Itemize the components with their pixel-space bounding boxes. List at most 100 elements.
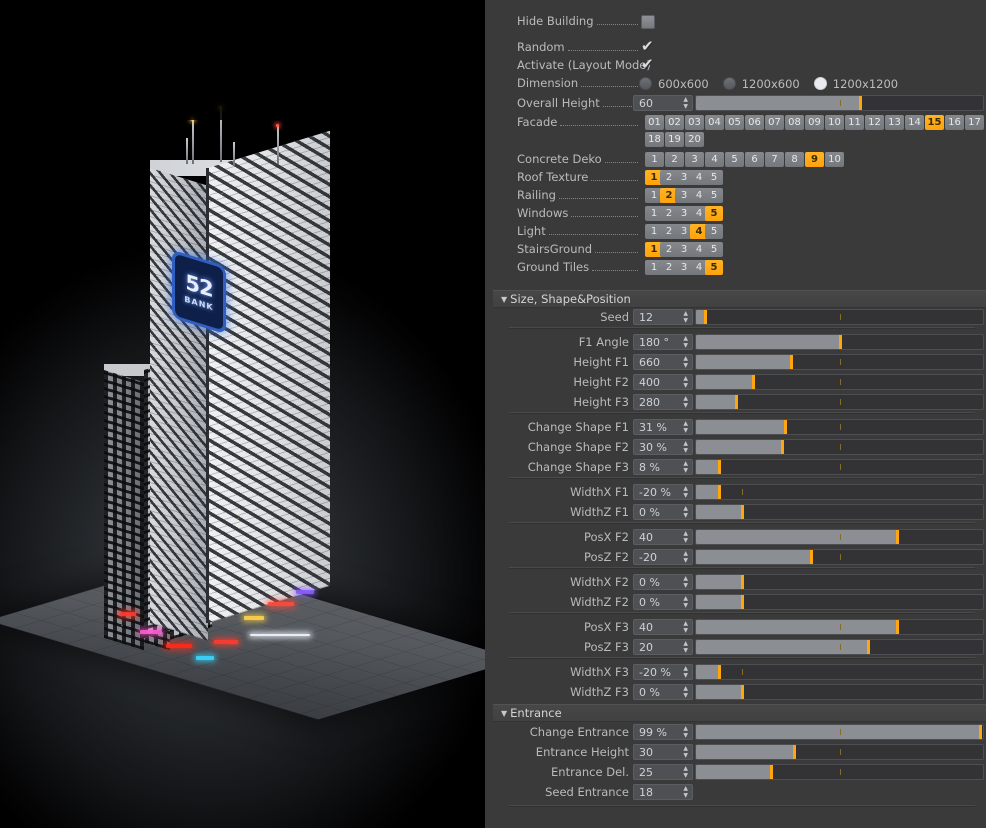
- numeric-field-entrance-2[interactable]: 25 ▲ ▼: [633, 764, 693, 780]
- slider-track-size-10[interactable]: [695, 529, 984, 545]
- numeric-field-size-16[interactable]: -20 % ▲ ▼: [633, 664, 693, 680]
- slider-track-size-13[interactable]: [695, 594, 984, 610]
- slider-handle-size-15[interactable]: [867, 640, 871, 654]
- spinner-arrows-size-3[interactable]: ▲ ▼: [683, 375, 692, 389]
- slider-handle-size-12[interactable]: [740, 575, 744, 589]
- slider-track-size-15[interactable]: [695, 639, 984, 655]
- slider-handle-size-8[interactable]: [717, 485, 721, 499]
- slider-handle-size-17[interactable]: [740, 685, 744, 699]
- numeric-field-size-11[interactable]: -20 ▲ ▼: [633, 549, 693, 565]
- slider-handle-size-4[interactable]: [735, 395, 739, 409]
- option-button-concrete-deko-4[interactable]: 4: [705, 152, 724, 167]
- 3d-render-viewport[interactable]: 52 BANK: [0, 0, 485, 828]
- option-button-light-5[interactable]: 5: [705, 224, 723, 239]
- radio-dimension-1200x1200[interactable]: [813, 77, 827, 90]
- numeric-field-size-3[interactable]: 400 ▲ ▼: [633, 374, 693, 390]
- slider-handle-entrance-1[interactable]: [792, 745, 796, 759]
- option-button-concrete-deko-2[interactable]: 2: [665, 152, 684, 167]
- slider-track-entrance-0[interactable]: [695, 724, 984, 740]
- option-button-facade-08[interactable]: 08: [785, 115, 804, 130]
- numeric-field-size-4[interactable]: 280 ▲ ▼: [633, 394, 693, 410]
- spinner-arrows-size-12[interactable]: ▲ ▼: [683, 575, 692, 589]
- slider-track-size-4[interactable]: [695, 394, 984, 410]
- spinner-arrows-size-2[interactable]: ▲ ▼: [683, 355, 692, 369]
- slider-handle-size-14[interactable]: [895, 620, 899, 634]
- slider-handle-size-3[interactable]: [752, 375, 756, 389]
- slider-handle-size-13[interactable]: [740, 595, 744, 609]
- option-button-roof-texture-5[interactable]: 5: [705, 170, 723, 185]
- slider-track-size-3[interactable]: [695, 374, 984, 390]
- option-button-stairs-ground-5[interactable]: 5: [705, 242, 723, 257]
- slider-handle-overall-height[interactable]: [858, 96, 862, 110]
- option-button-facade-12[interactable]: 12: [865, 115, 884, 130]
- spinner-arrows-overall-height[interactable]: ▲ ▼: [683, 96, 692, 110]
- slider-track-size-11[interactable]: [695, 549, 984, 565]
- spinner-arrows-size-5[interactable]: ▲ ▼: [683, 420, 692, 434]
- option-button-facade-18[interactable]: 18: [645, 132, 664, 147]
- numeric-field-size-12[interactable]: 0 % ▲ ▼: [633, 574, 693, 590]
- option-button-concrete-deko-9[interactable]: 9: [805, 152, 824, 167]
- slider-track-size-9[interactable]: [695, 504, 984, 520]
- option-button-facade-14[interactable]: 14: [905, 115, 924, 130]
- slider-track-size-5[interactable]: [695, 419, 984, 435]
- slider-handle-entrance-2[interactable]: [769, 765, 773, 779]
- slider-handle-size-9[interactable]: [740, 505, 744, 519]
- spinner-arrows-size-17[interactable]: ▲ ▼: [683, 685, 692, 699]
- option-button-facade-04[interactable]: 04: [705, 115, 724, 130]
- slider-handle-size-11[interactable]: [809, 550, 813, 564]
- spinner-arrows-size-6[interactable]: ▲ ▼: [683, 440, 692, 454]
- slider-track-overall-height[interactable]: [695, 95, 984, 111]
- numeric-field-overall-height[interactable]: 60 ▲ ▼: [633, 95, 693, 111]
- option-button-facade-05[interactable]: 05: [725, 115, 744, 130]
- numeric-field-size-0[interactable]: 12 ▲ ▼: [633, 309, 693, 325]
- numeric-field-entrance-3[interactable]: 18 ▲ ▼: [633, 784, 693, 800]
- slider-handle-size-5[interactable]: [783, 420, 787, 434]
- spinner-arrows-size-16[interactable]: ▲ ▼: [683, 665, 692, 679]
- option-button-railing-5[interactable]: 5: [705, 188, 723, 203]
- spinner-arrows-entrance-3[interactable]: ▲ ▼: [683, 785, 692, 799]
- slider-track-size-7[interactable]: [695, 459, 984, 475]
- option-button-concrete-deko-8[interactable]: 8: [785, 152, 804, 167]
- spinner-arrows-size-7[interactable]: ▲ ▼: [683, 460, 692, 474]
- radio-dimension-1200x600[interactable]: [722, 77, 736, 90]
- spinner-arrows-size-13[interactable]: ▲ ▼: [683, 595, 692, 609]
- slider-track-size-16[interactable]: [695, 664, 984, 680]
- radio-dimension-600x600[interactable]: [639, 77, 652, 90]
- chevron-down-icon[interactable]: ▼: [501, 709, 507, 718]
- option-button-facade-17[interactable]: 17: [965, 115, 984, 130]
- option-button-facade-11[interactable]: 11: [845, 115, 864, 130]
- slider-track-entrance-1[interactable]: [695, 744, 984, 760]
- slider-handle-size-6[interactable]: [781, 440, 785, 454]
- option-button-concrete-deko-6[interactable]: 6: [745, 152, 764, 167]
- spinner-arrows-entrance-2[interactable]: ▲ ▼: [683, 765, 692, 779]
- slider-track-size-6[interactable]: [695, 439, 984, 455]
- spinner-arrows-size-15[interactable]: ▲ ▼: [683, 640, 692, 654]
- numeric-field-entrance-0[interactable]: 99 % ▲ ▼: [633, 724, 693, 740]
- spinner-arrows-entrance-1[interactable]: ▲ ▼: [683, 745, 692, 759]
- option-button-ground-tiles-5[interactable]: 5: [705, 260, 723, 275]
- slider-handle-entrance-0[interactable]: [979, 725, 983, 739]
- numeric-field-size-15[interactable]: 20 ▲ ▼: [633, 639, 693, 655]
- numeric-field-size-10[interactable]: 40 ▲ ▼: [633, 529, 693, 545]
- slider-handle-size-1[interactable]: [838, 335, 842, 349]
- option-button-facade-01[interactable]: 01: [645, 115, 664, 130]
- option-button-facade-15[interactable]: 15: [925, 115, 944, 130]
- checkbox-activate-layout-mode[interactable]: ✔: [641, 56, 655, 72]
- numeric-field-size-8[interactable]: -20 % ▲ ▼: [633, 484, 693, 500]
- spinner-arrows-size-8[interactable]: ▲ ▼: [683, 485, 692, 499]
- slider-track-size-1[interactable]: [695, 334, 984, 350]
- spinner-arrows-size-10[interactable]: ▲ ▼: [683, 530, 692, 544]
- spinner-arrows-size-1[interactable]: ▲ ▼: [683, 335, 692, 349]
- option-button-facade-20[interactable]: 20: [685, 132, 704, 147]
- section-header-entrance[interactable]: ▼ Entrance: [493, 704, 986, 722]
- numeric-field-size-13[interactable]: 0 % ▲ ▼: [633, 594, 693, 610]
- option-button-facade-19[interactable]: 19: [665, 132, 684, 147]
- numeric-field-size-17[interactable]: 0 % ▲ ▼: [633, 684, 693, 700]
- checkbox-hide-building[interactable]: [641, 15, 655, 29]
- spinner-arrows-size-14[interactable]: ▲ ▼: [683, 620, 692, 634]
- option-button-concrete-deko-7[interactable]: 7: [765, 152, 784, 167]
- option-button-facade-09[interactable]: 09: [805, 115, 824, 130]
- slider-handle-size-10[interactable]: [895, 530, 899, 544]
- numeric-field-entrance-1[interactable]: 30 ▲ ▼: [633, 744, 693, 760]
- option-button-facade-02[interactable]: 02: [665, 115, 684, 130]
